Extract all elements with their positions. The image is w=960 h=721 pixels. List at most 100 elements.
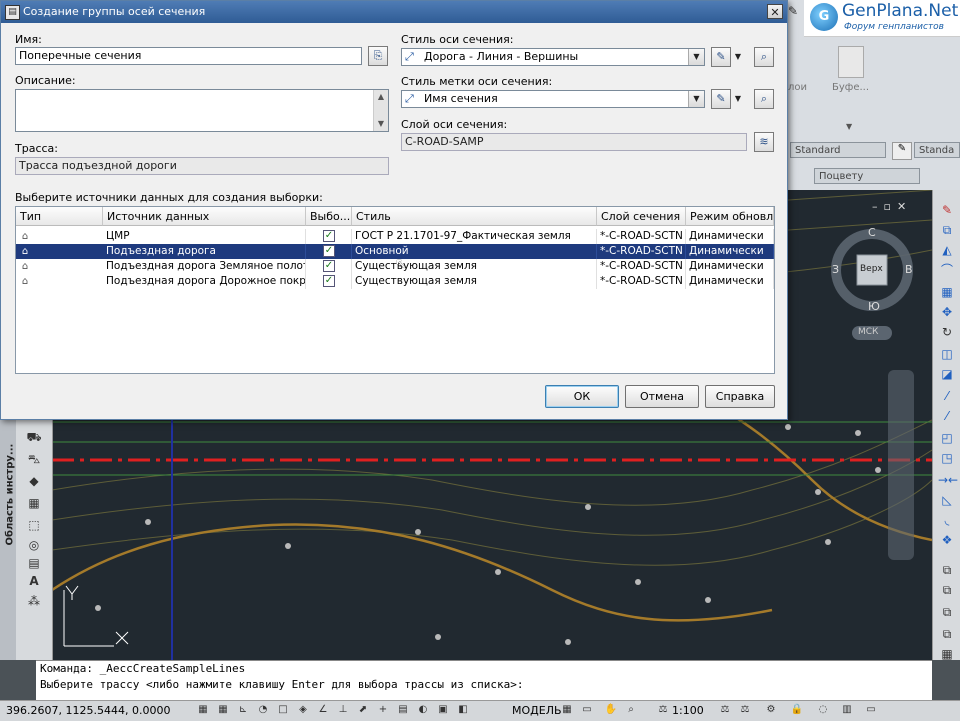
- autoscale-icon[interactable]: ⚖: [738, 703, 752, 717]
- sample-line-style-select[interactable]: ⤢ Дорога - Линия - Вершины ▼: [401, 48, 705, 66]
- palette-tool-icon[interactable]: ⛟: [26, 430, 42, 444]
- palette-tool-icon[interactable]: ◎: [26, 538, 42, 552]
- close-button[interactable]: ✕: [767, 4, 783, 19]
- sample-checkbox[interactable]: ✓: [323, 230, 335, 242]
- polar-toggle[interactable]: ◔: [256, 703, 270, 717]
- lwt-toggle[interactable]: +: [376, 703, 390, 717]
- isolate-icon[interactable]: ◌: [816, 703, 830, 717]
- update-mode-cell[interactable]: Динамически: [686, 229, 774, 244]
- scroll-up-icon[interactable]: ▲: [374, 90, 388, 104]
- style-cell[interactable]: ГОСТ Р 21.1701-97_Фактическая земля: [352, 229, 597, 244]
- pick-style-button[interactable]: ⌕: [754, 47, 774, 67]
- style-settings-icon[interactable]: ✎: [892, 142, 912, 160]
- description-scrollbar[interactable]: ▲ ▼: [373, 90, 388, 131]
- fillet-icon[interactable]: ◟: [938, 512, 956, 528]
- 3d-osnap-toggle[interactable]: ◈: [296, 703, 310, 717]
- grid-toggle[interactable]: ▦: [216, 703, 230, 717]
- dyn-toggle[interactable]: ⬈: [356, 703, 370, 717]
- hardware-acceleration-icon[interactable]: ▥: [840, 703, 854, 717]
- copy-icon[interactable]: ⧉: [938, 222, 956, 238]
- ribbon-dropdown-icon[interactable]: ▼: [846, 122, 852, 131]
- brush-icon[interactable]: ✎: [938, 202, 956, 218]
- trim-icon[interactable]: ⁄: [938, 388, 956, 404]
- column-header-source[interactable]: Источник данных: [103, 207, 306, 226]
- palette-tool-icon[interactable]: ⬚: [26, 518, 42, 532]
- viewcube-top-face[interactable]: Верх: [860, 264, 883, 274]
- viewcube-west[interactable]: З: [832, 263, 839, 276]
- layers-button[interactable]: лои: [788, 82, 807, 93]
- draworder-icon[interactable]: ▦: [938, 646, 956, 662]
- chamfer-icon[interactable]: ◺: [938, 492, 956, 508]
- break-icon[interactable]: ◰: [938, 430, 956, 446]
- am-toggle[interactable]: ◧: [456, 703, 470, 717]
- column-header-style[interactable]: Стиль: [352, 207, 597, 226]
- draworder-icon[interactable]: ⧉: [938, 562, 956, 578]
- description-field[interactable]: [15, 89, 389, 132]
- name-template-button[interactable]: ⎘: [368, 46, 388, 66]
- scale-icon[interactable]: ◫: [938, 346, 956, 362]
- palette-tool-icon[interactable]: ⁂: [26, 594, 42, 608]
- ribbon-tool-icon[interactable]: ✎: [788, 4, 804, 20]
- osnap-toggle[interactable]: □: [276, 703, 290, 717]
- sample-checkbox[interactable]: ✓: [323, 260, 335, 272]
- cancel-button[interactable]: Отмена: [625, 385, 699, 408]
- mirror-icon[interactable]: ◭: [938, 242, 956, 258]
- qp-toggle[interactable]: ◐: [416, 703, 430, 717]
- style-cell[interactable]: Существующая земля: [352, 274, 597, 289]
- viewcube-north[interactable]: С: [868, 226, 876, 239]
- layer-select-button[interactable]: ≋: [754, 132, 774, 152]
- pan-icon[interactable]: ✋: [604, 703, 618, 717]
- tpy-toggle[interactable]: ▤: [396, 703, 410, 717]
- column-header-section-layer[interactable]: Слой сечения: [597, 207, 686, 226]
- array-icon[interactable]: ▦: [938, 284, 956, 300]
- scroll-down-icon[interactable]: ▼: [374, 117, 388, 131]
- layout-icon[interactable]: ▦: [560, 703, 574, 717]
- viewport-window-controls[interactable]: –▫✕: [872, 200, 912, 213]
- layer-cell[interactable]: *-C-ROAD-SCTN: [597, 274, 686, 289]
- update-mode-cell[interactable]: Динамически: [686, 274, 774, 289]
- snap-toggle[interactable]: ▦: [196, 703, 210, 717]
- stretch-icon[interactable]: ◪: [938, 366, 956, 382]
- style-cell[interactable]: Существующая земля: [352, 259, 597, 274]
- ucs-menu[interactable]: МСК: [858, 327, 878, 337]
- ortho-toggle[interactable]: ⊾: [236, 703, 250, 717]
- chevron-down-icon[interactable]: ▼: [688, 49, 704, 65]
- lock-icon[interactable]: 🔒: [790, 703, 804, 717]
- draworder-icon[interactable]: ⧉: [938, 582, 956, 598]
- annotation-visibility-icon[interactable]: ⚖: [718, 703, 732, 717]
- ok-button[interactable]: ОК: [545, 385, 619, 408]
- clean-screen-icon[interactable]: ▭: [864, 703, 878, 717]
- palette-tool-icon[interactable]: ⛍: [26, 452, 42, 466]
- layer-cell[interactable]: *-C-ROAD-SCTN: [597, 244, 686, 259]
- clipboard-button[interactable]: Буфе...: [832, 82, 869, 93]
- command-line[interactable]: Команда: _AeccCreateSampleLines Выберите…: [36, 660, 932, 701]
- ducs-toggle[interactable]: ⊥: [336, 703, 350, 717]
- label-style-select[interactable]: ⤢ Имя сечения ▼: [401, 90, 705, 108]
- clipboard-icon[interactable]: [838, 46, 864, 78]
- otrack-toggle[interactable]: ∠: [316, 703, 330, 717]
- viewcube-east[interactable]: В: [905, 263, 913, 276]
- layout-icon[interactable]: ▭: [580, 703, 594, 717]
- name-field[interactable]: Поперечные сечения: [15, 47, 362, 65]
- layer-cell[interactable]: *-C-ROAD-SCTN: [597, 229, 686, 244]
- column-header-sample[interactable]: Выбо...: [306, 207, 352, 226]
- zoom-icon[interactable]: ⌕: [624, 703, 638, 717]
- column-header-update-mode[interactable]: Режим обновл...: [686, 207, 774, 226]
- palette-tool-icon[interactable]: ▦: [26, 496, 42, 510]
- edit-label-style-dropdown-icon[interactable]: ▼: [732, 89, 744, 109]
- sample-checkbox[interactable]: ✓: [323, 275, 335, 287]
- palette-tool-icon[interactable]: ◆: [26, 474, 42, 488]
- color-combo[interactable]: Поцвету: [814, 168, 920, 184]
- workspace-icon[interactable]: ⚙: [764, 703, 778, 717]
- edit-label-style-button[interactable]: ✎: [711, 89, 731, 109]
- text-icon[interactable]: A: [26, 574, 42, 588]
- sample-checkbox[interactable]: ✓: [323, 245, 335, 257]
- style-cell[interactable]: Основной: [352, 244, 597, 259]
- offset-icon[interactable]: ⌒: [938, 262, 956, 278]
- annotation-scale[interactable]: 1:100: [672, 704, 704, 717]
- edit-style-button[interactable]: ✎: [711, 47, 731, 67]
- help-button[interactable]: Справка: [705, 385, 775, 408]
- break-point-icon[interactable]: ◳: [938, 450, 956, 466]
- update-mode-cell[interactable]: Динамически: [686, 244, 774, 259]
- model-space-button[interactable]: МОДЕЛЬ: [512, 704, 562, 717]
